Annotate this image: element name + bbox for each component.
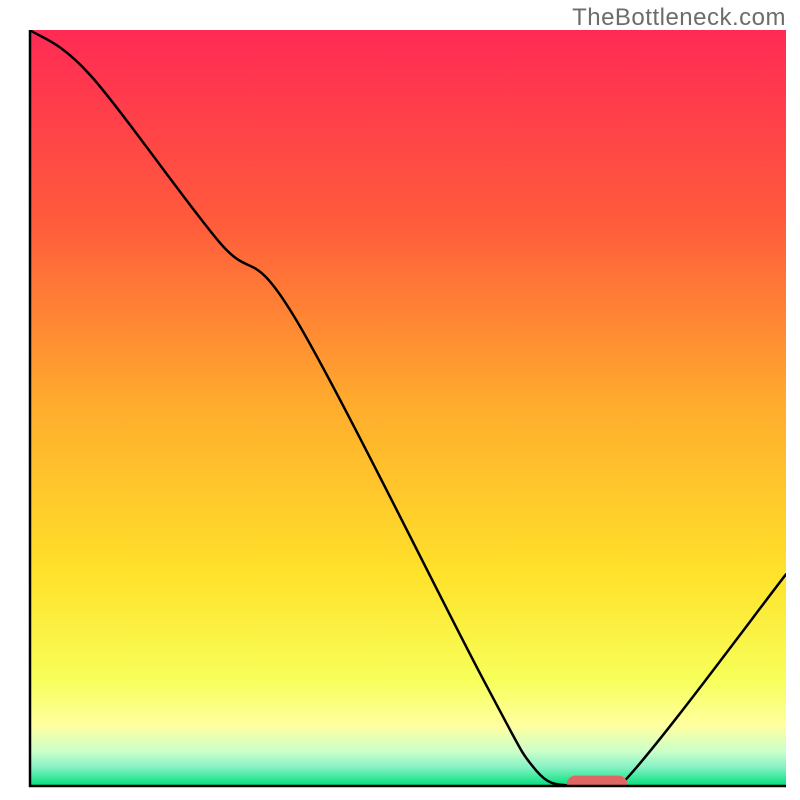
optimal-marker — [567, 776, 627, 793]
chart-svg — [0, 0, 800, 800]
chart-container: TheBottleneck.com — [0, 0, 800, 800]
watermark-text: TheBottleneck.com — [572, 4, 786, 32]
